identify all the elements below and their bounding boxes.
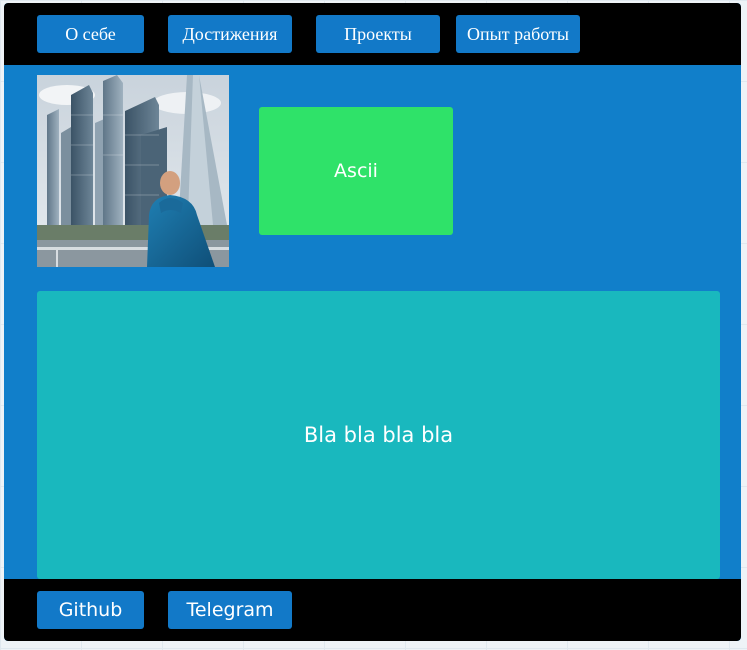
profile-photo (37, 75, 229, 267)
main-content-card: Bla bla bla bla (37, 291, 720, 579)
nav-projects-button[interactable]: Проекты (316, 15, 440, 53)
nav-about-button[interactable]: О себе (37, 15, 144, 53)
footer-bar: Github Telegram (4, 579, 741, 641)
nav-achievements-button[interactable]: Достижения (168, 15, 292, 53)
page-container: О себе Достижения Проекты Опыт работы As… (4, 3, 741, 641)
top-navigation-bar: О себе Достижения Проекты Опыт работы (4, 3, 741, 65)
telegram-link[interactable]: Telegram (168, 591, 292, 629)
ascii-card[interactable]: Ascii (259, 107, 453, 235)
main-content-text: Bla bla bla bla (303, 423, 454, 447)
ascii-card-label: Ascii (334, 160, 378, 182)
city-photo-image (37, 75, 229, 267)
nav-experience-button[interactable]: Опыт работы (456, 15, 580, 53)
github-link[interactable]: Github (37, 591, 144, 629)
